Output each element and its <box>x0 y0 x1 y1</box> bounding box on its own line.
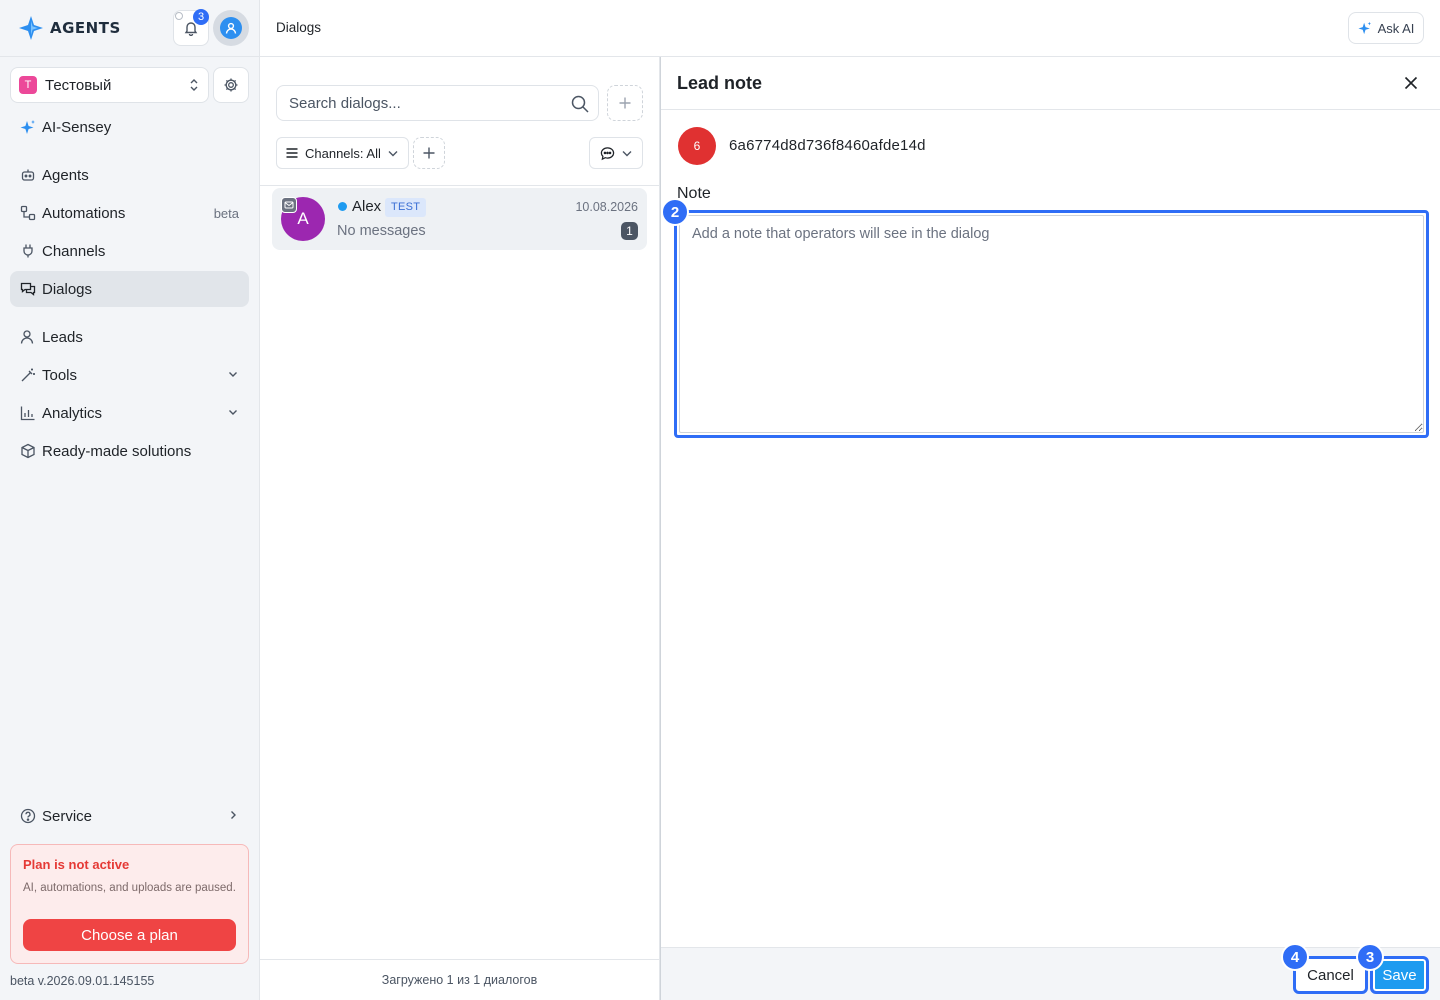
sidebar-item-label: Tools <box>42 366 78 384</box>
sidebar: AGENTS 3 Т Тестовый AI-Sensey Agents Aut… <box>0 0 260 1000</box>
close-button[interactable] <box>1402 74 1420 92</box>
channels-filter-dropdown[interactable]: Channels: All <box>276 137 409 169</box>
sidebar-item-label: Automations <box>42 204 126 222</box>
sidebar-item-dialogs[interactable]: Dialogs <box>10 271 249 307</box>
note-field-wrapper <box>674 210 1429 438</box>
sidebar-item-automations[interactable]: Automations beta <box>10 195 249 231</box>
agents-logo-icon <box>19 16 43 40</box>
marker-badge-save: 3 <box>1356 943 1384 971</box>
sidebar-item-leads[interactable]: Leads <box>10 319 249 355</box>
plug-icon <box>23 244 33 258</box>
choose-plan-button[interactable]: Choose a plan <box>23 919 236 951</box>
sidebar-item-label: Channels <box>42 242 106 260</box>
sidebar-item-channels[interactable]: Channels <box>10 233 249 269</box>
dialog-row[interactable]: A Alex TEST 10.08.2026 No messages 1 <box>272 188 647 250</box>
plan-inactive-card: Plan is not active AI, automations, and … <box>10 844 249 964</box>
sidebar-item-label: Analytics <box>42 404 103 422</box>
chevron-down-icon <box>388 151 398 157</box>
dialog-type-filter-dropdown[interactable] <box>589 137 643 169</box>
chevron-up-down-icon <box>190 79 198 91</box>
new-dialog-button[interactable] <box>607 85 643 121</box>
help-circle-icon <box>20 808 36 824</box>
dialogs-loaded-status: Загружено 1 из 1 диалогов <box>260 959 659 1000</box>
sidebar-item-label: Dialogs <box>42 280 93 298</box>
notifications-button[interactable]: 3 <box>173 9 209 46</box>
chevron-down-icon <box>622 151 631 157</box>
beta-badge: beta <box>213 205 239 221</box>
chevron-right-icon <box>231 810 236 819</box>
package-icon <box>21 443 35 459</box>
list-divider <box>260 185 659 186</box>
dialog-preview: No messages <box>337 223 426 239</box>
app-version: beta v.2026.09.01.145155 <box>10 974 155 988</box>
sidebar-item-service[interactable]: Service <box>10 798 249 834</box>
plus-icon <box>619 97 631 109</box>
lead-note-footer: Cancel Save 4 3 <box>661 943 1440 1000</box>
sidebar-item-label: Agents <box>42 166 89 184</box>
email-channel-icon <box>281 197 297 213</box>
channels-filter-label: Channels: All <box>305 145 381 161</box>
user-avatar-icon <box>225 22 237 34</box>
test-tag: TEST <box>385 198 427 217</box>
add-filter-button[interactable] <box>413 137 445 169</box>
plan-title: Plan is not active <box>23 857 130 872</box>
marker-badge-cancel: 4 <box>1281 943 1309 971</box>
online-status-dot <box>338 202 347 211</box>
sidebar-header-divider <box>0 56 260 57</box>
workflow-icon <box>20 205 36 221</box>
ask-ai-button[interactable]: Ask AI <box>1348 12 1424 44</box>
notifications-count-badge: 3 <box>193 9 209 25</box>
workspace-badge: Т <box>19 76 37 94</box>
search-input[interactable] <box>289 94 559 112</box>
wand-icon <box>21 368 35 382</box>
dialog-date: 10.08.2026 <box>575 200 638 214</box>
brand-logo[interactable]: AGENTS <box>18 14 121 42</box>
chevron-down-icon <box>229 371 237 377</box>
sidebar-item-label: AI-Sensey <box>42 118 112 136</box>
close-icon <box>1404 76 1418 90</box>
sidebar-item-analytics[interactable]: Analytics <box>10 395 249 431</box>
sidebar-item-label: Ready-made solutions <box>42 442 192 460</box>
plan-description: AI, automations, and uploads are paused. <box>23 882 236 894</box>
sidebar-item-tools[interactable]: Tools <box>10 357 249 393</box>
chevron-down-icon <box>229 409 237 415</box>
chat-icon <box>20 282 36 296</box>
sidebar-item-ai-sensey[interactable]: AI-Sensey <box>10 109 249 145</box>
breadcrumb: Dialogs <box>276 20 322 35</box>
search-icon[interactable] <box>570 94 590 114</box>
brand-name: AGENTS <box>50 19 121 37</box>
user-menu-button[interactable] <box>213 10 249 46</box>
sidebar-item-agents[interactable]: Agents <box>10 157 249 193</box>
bot-icon <box>21 169 35 181</box>
workspace-switcher[interactable]: Т Тестовый <box>10 67 209 103</box>
workspace-settings-button[interactable] <box>213 67 249 103</box>
sidebar-item-label: Leads <box>42 328 83 346</box>
workspace-name: Тестовый <box>45 76 112 94</box>
note-textarea[interactable] <box>679 215 1424 433</box>
menu-icon <box>286 148 298 158</box>
chart-icon <box>20 406 35 421</box>
lead-note-panel: Lead note 6 6a6774d8d736f8460afde14d Not… <box>660 57 1440 1000</box>
user-icon <box>20 330 34 344</box>
plus-icon <box>423 147 435 159</box>
topbar: Dialogs Ask AI <box>260 0 1440 57</box>
sparkle-icon <box>1358 21 1371 35</box>
marker-badge-note: 2 <box>661 198 689 226</box>
loading-indicator <box>175 12 183 20</box>
lead-note-header: Lead note <box>661 57 1440 110</box>
sidebar-item-label: Service <box>42 807 93 825</box>
search-box <box>276 85 599 121</box>
lead-avatar: 6 <box>678 127 716 165</box>
message-dots-icon <box>600 146 614 160</box>
panel-title: Lead note <box>677 73 763 93</box>
sparkle-icon <box>20 120 35 134</box>
dialog-list-panel: Channels: All A Alex TEST 10.08.2026 No … <box>260 57 660 1000</box>
ask-ai-label: Ask AI <box>1377 20 1415 36</box>
gear-icon <box>224 78 238 92</box>
lead-id: 6a6774d8d736f8460afde14d <box>729 137 926 154</box>
unread-count-badge: 1 <box>621 222 638 240</box>
contact-name: Alex <box>352 198 382 215</box>
sidebar-item-ready-made-solutions[interactable]: Ready-made solutions <box>10 433 249 469</box>
